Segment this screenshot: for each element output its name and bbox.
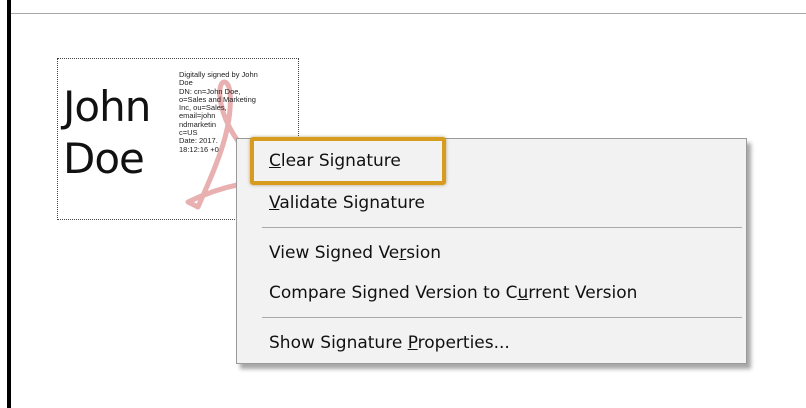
menu-separator bbox=[262, 227, 742, 228]
menu-item-validate-signature[interactable]: Validate Signature bbox=[269, 189, 425, 217]
menu-item-compare-signed-version[interactable]: Compare Signed Version to Current Versio… bbox=[269, 279, 637, 307]
menu-item-clear-signature[interactable]: Clear Signature bbox=[269, 147, 401, 175]
document-page: John Doe Digitally signed by John Doe DN… bbox=[0, 0, 806, 408]
page-top-edge bbox=[11, 13, 806, 14]
menu-item-show-signature-properties[interactable]: Show Signature Properties... bbox=[269, 329, 510, 357]
mnemonic: u bbox=[517, 283, 529, 303]
menu-separator bbox=[262, 317, 742, 318]
signer-name: John Doe bbox=[63, 82, 151, 183]
page-left-edge bbox=[7, 0, 11, 408]
signature-context-menu: Clear Signature Validate Signature View … bbox=[236, 138, 747, 364]
mnemonic: C bbox=[269, 151, 281, 171]
mnemonic: V bbox=[269, 193, 280, 213]
mnemonic: P bbox=[407, 333, 418, 353]
menu-item-view-signed-version[interactable]: View Signed Version bbox=[269, 239, 441, 267]
